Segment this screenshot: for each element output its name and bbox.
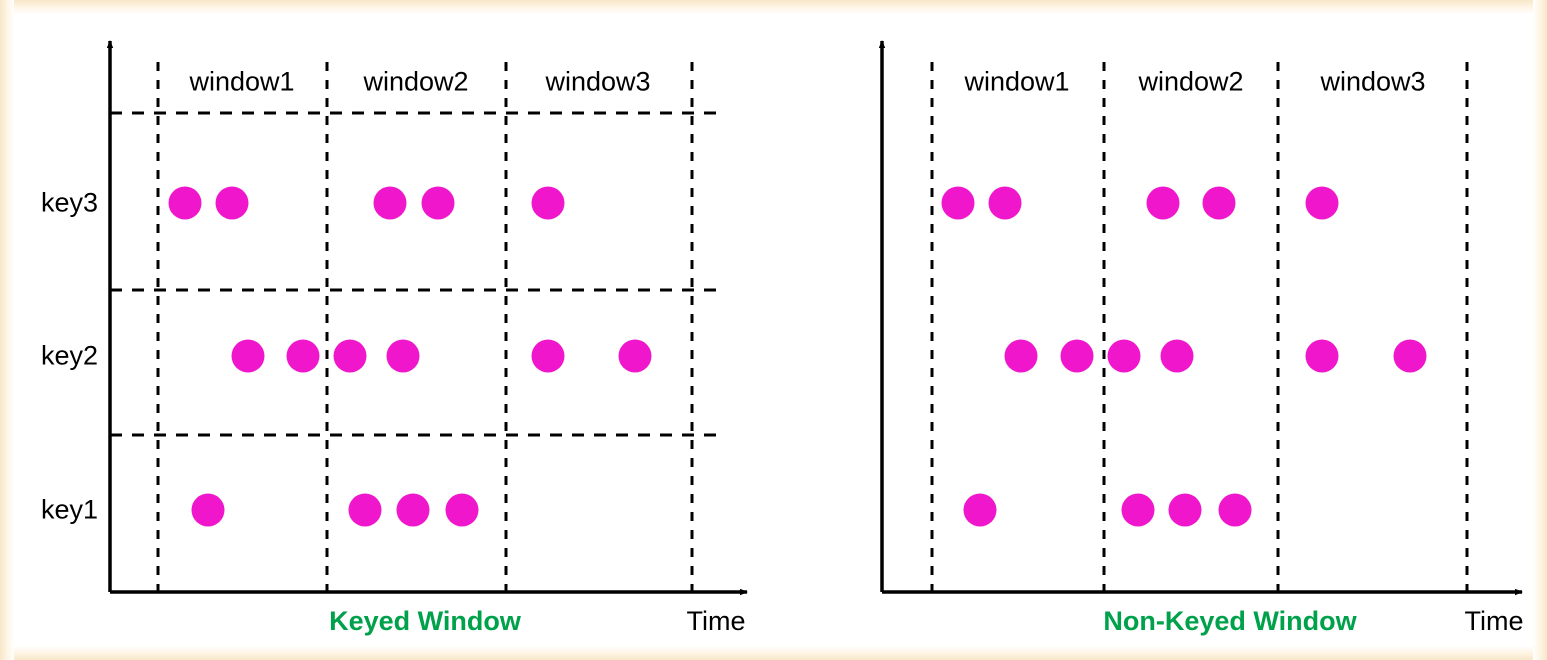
window-label-1: window1	[964, 66, 1070, 97]
event-dot	[1305, 339, 1339, 373]
event-dot	[333, 339, 367, 373]
event-dot	[348, 493, 382, 527]
event-dot	[1168, 493, 1202, 527]
event-dot	[531, 186, 565, 220]
event-dot	[988, 186, 1022, 220]
event-dot	[1218, 493, 1252, 527]
event-dot	[941, 186, 975, 220]
event-dot	[1004, 339, 1038, 373]
event-dot	[231, 339, 265, 373]
diagram-frame: window1 window2 window3 key3 key2 key1 Time Key…	[0, 0, 1547, 660]
window-label-1: window1	[189, 66, 295, 97]
diagram-lines-layer	[106, 40, 1523, 596]
window-label-3: window3	[1320, 66, 1426, 97]
event-dot	[1107, 339, 1141, 373]
key-label-key2: key2	[40, 340, 98, 371]
event-dot	[618, 339, 652, 373]
event-dot	[1160, 339, 1194, 373]
event-dot	[1060, 339, 1094, 373]
key-label-key1: key1	[40, 494, 98, 525]
time-axis-label: Time	[686, 606, 746, 636]
event-dot	[421, 186, 455, 220]
event-dot	[1305, 186, 1339, 220]
window-label-3: window3	[545, 66, 651, 97]
event-dot	[1393, 339, 1427, 373]
event-dot	[191, 493, 225, 527]
event-dot	[386, 339, 420, 373]
time-axis-label: Time	[1464, 606, 1524, 636]
event-dot	[445, 493, 479, 527]
event-dot	[1121, 493, 1155, 527]
event-dot	[286, 339, 320, 373]
event-dot	[168, 186, 202, 220]
event-dot	[1146, 186, 1180, 220]
event-dot	[531, 339, 565, 373]
panel-caption-non-keyed: Non-Keyed Window	[1103, 606, 1357, 636]
key-label-key3: key3	[40, 187, 98, 218]
event-dot	[215, 186, 249, 220]
panel-caption-keyed: Keyed Window	[329, 606, 521, 636]
event-dot	[1202, 186, 1236, 220]
window-label-2: window2	[363, 66, 469, 97]
window-label-2: window2	[1138, 66, 1244, 97]
event-dot	[396, 493, 430, 527]
event-dot	[373, 186, 407, 220]
event-dot	[963, 493, 997, 527]
